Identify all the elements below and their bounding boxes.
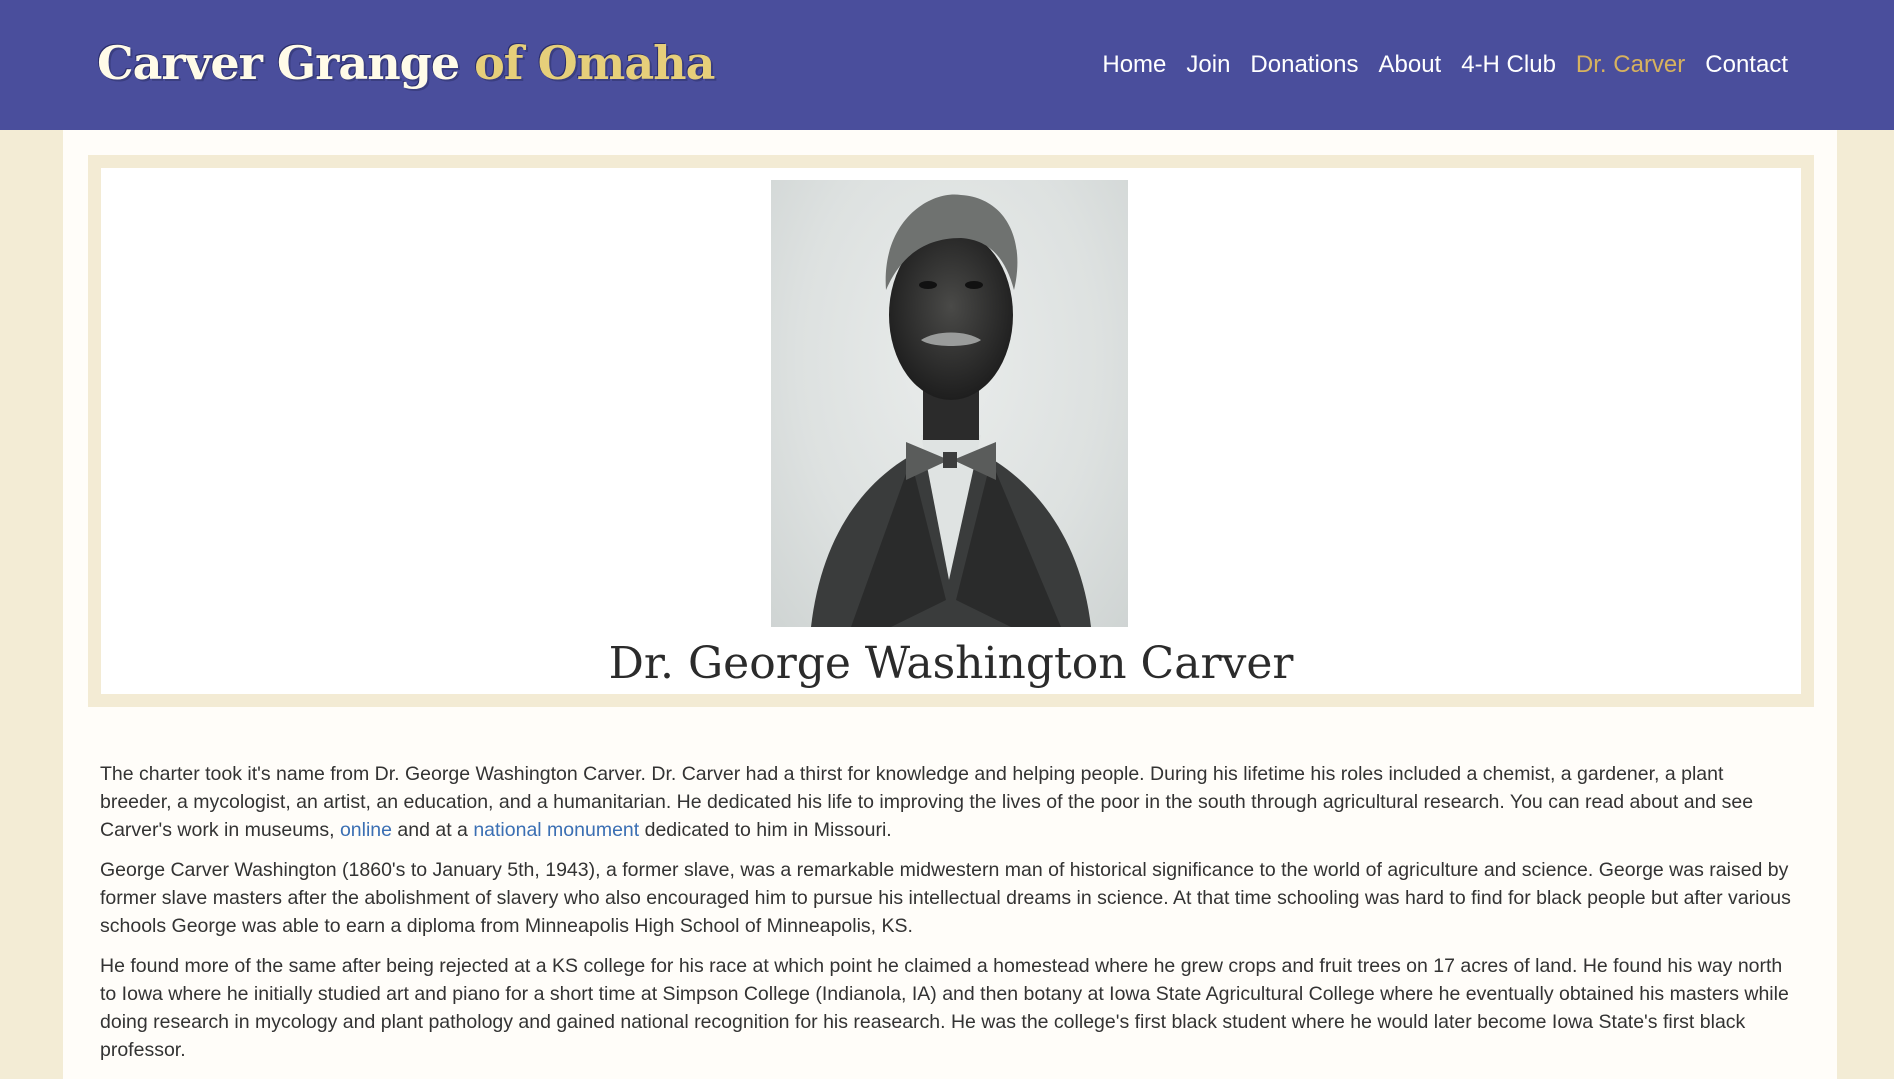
nav-about[interactable]: About [1369, 50, 1452, 80]
brand-name: Carver Grange [97, 36, 460, 90]
nav-donations[interactable]: Donations [1240, 50, 1368, 80]
brand-location: of Omaha [474, 36, 715, 90]
paragraph-biography: George Carver Washington (1860's to Janu… [100, 859, 1791, 937]
article-body: The charter took it's name from Dr. Geor… [100, 760, 1800, 1076]
nav-join[interactable]: Join [1176, 50, 1240, 80]
nav-home[interactable]: Home [1092, 50, 1176, 80]
portrait-photo-icon [771, 180, 1128, 627]
nav-dr-carver[interactable]: Dr. Carver [1566, 50, 1695, 80]
site-header: Carver Grange of Omaha Home Join Donatio… [0, 0, 1894, 130]
main-content: Dr. George Washington Carver The charter… [63, 130, 1837, 1079]
hero-panel: Dr. George Washington Carver [88, 155, 1814, 707]
site-brand[interactable]: Carver Grange of Omaha [97, 36, 715, 90]
page-title: Dr. George Washington Carver [608, 638, 1294, 689]
main-nav: Home Join Donations About 4-H Club Dr. C… [1092, 50, 1798, 80]
link-national-monument[interactable]: national monument [473, 819, 639, 841]
paragraph-intro: The charter took it's name from Dr. Geor… [100, 760, 1800, 844]
paragraph-intro-end: dedicated to him in Missouri. [639, 819, 892, 841]
paragraph-intro-connector: and at a [392, 819, 474, 841]
paragraph-education: He found more of the same after being re… [100, 955, 1789, 1061]
nav-contact[interactable]: Contact [1695, 50, 1798, 80]
link-online[interactable]: online [340, 819, 392, 841]
portrait-illustration [811, 194, 1091, 627]
nav-4h-club[interactable]: 4-H Club [1451, 50, 1566, 80]
